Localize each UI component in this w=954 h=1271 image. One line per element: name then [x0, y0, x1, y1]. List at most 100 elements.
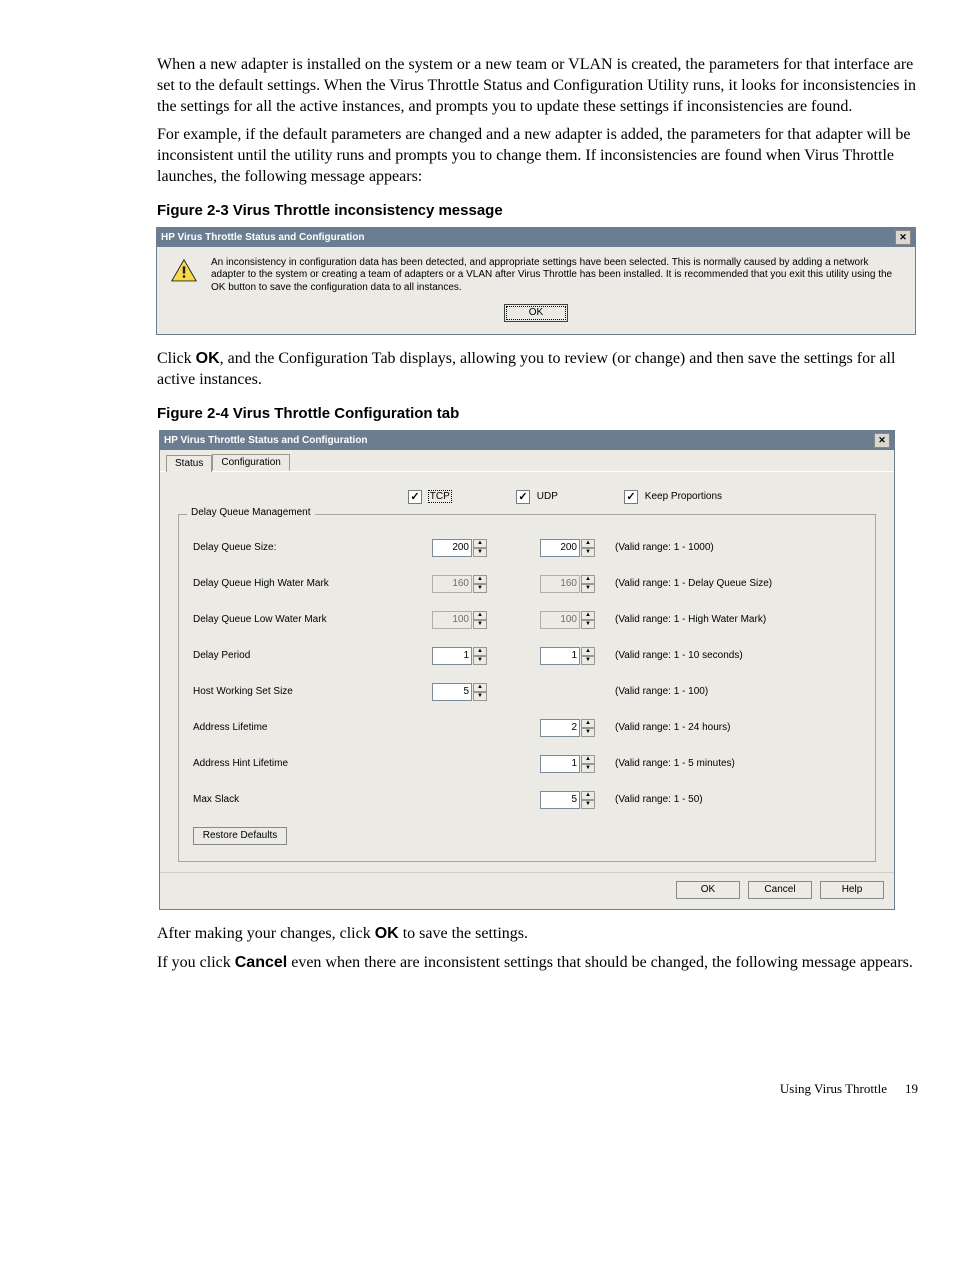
- spin-up-icon[interactable]: ▲: [581, 719, 595, 728]
- spin-up-icon[interactable]: ▲: [473, 683, 487, 692]
- paragraph-5: If you click Cancel even when there are …: [157, 953, 918, 974]
- hint: (Valid range: 1 - 1000): [615, 542, 714, 553]
- dialog-titlebar: HP Virus Throttle Status and Configurati…: [160, 431, 894, 450]
- spin-up-icon[interactable]: ▲: [473, 539, 487, 548]
- dqs-udp-input[interactable]: [540, 539, 580, 557]
- tab-status[interactable]: Status: [166, 455, 212, 472]
- tab-configuration[interactable]: Configuration: [212, 454, 289, 471]
- spin-up-icon: ▲: [473, 611, 487, 620]
- close-icon[interactable]: ✕: [874, 433, 890, 448]
- dqhw-tcp-input: [432, 575, 472, 593]
- spin-down-icon: ▼: [581, 584, 595, 593]
- spin-down-icon[interactable]: ▼: [473, 548, 487, 557]
- spin-up-icon: ▲: [581, 575, 595, 584]
- tcp-label: TCP: [429, 491, 451, 502]
- spin-up-icon: ▲: [581, 611, 595, 620]
- al-udp-input[interactable]: [540, 719, 580, 737]
- dp-udp-input[interactable]: [540, 647, 580, 665]
- groupbox-title: Delay Queue Management: [187, 507, 315, 518]
- config-dialog: HP Virus Throttle Status and Configurati…: [159, 430, 895, 910]
- label: Delay Queue Size:: [193, 542, 399, 553]
- page-footer: Using Virus Throttle 19: [0, 1021, 954, 1097]
- paragraph-2: For example, if the default parameters a…: [157, 125, 918, 187]
- row-host-working-set: Host Working Set Size ▲▼ (Valid range: 1…: [193, 683, 865, 701]
- text: to save the settings.: [399, 925, 528, 942]
- close-icon[interactable]: ✕: [895, 230, 911, 245]
- label: Address Hint Lifetime: [193, 758, 399, 769]
- spin-up-icon[interactable]: ▲: [581, 791, 595, 800]
- spin-down-icon: ▼: [473, 620, 487, 629]
- ok-button[interactable]: OK: [676, 881, 740, 899]
- hint: (Valid range: 1 - 10 seconds): [615, 650, 743, 661]
- row-low-water-mark: Delay Queue Low Water Mark ▲▼ ▲▼ (Valid …: [193, 611, 865, 629]
- spin-down-icon[interactable]: ▼: [581, 728, 595, 737]
- spin-down-icon[interactable]: ▼: [473, 692, 487, 701]
- cancel-ref: Cancel: [235, 954, 287, 971]
- figure-2-4-caption: Figure 2-4 Virus Throttle Configuration …: [157, 405, 918, 422]
- spin-down-icon[interactable]: ▼: [473, 656, 487, 665]
- paragraph-4: After making your changes, click OK to s…: [157, 924, 918, 945]
- spin-up-icon[interactable]: ▲: [473, 647, 487, 656]
- dqhw-udp-input: [540, 575, 580, 593]
- text: even when there are inconsistent setting…: [287, 954, 913, 971]
- keep-proportions-checkbox[interactable]: [624, 490, 638, 504]
- spin-down-icon[interactable]: ▼: [581, 548, 595, 557]
- spin-down-icon: ▼: [581, 620, 595, 629]
- ok-button[interactable]: OK: [504, 304, 568, 322]
- row-high-water-mark: Delay Queue High Water Mark ▲▼ ▲▼ (Valid…: [193, 575, 865, 593]
- spin-up-icon[interactable]: ▲: [581, 755, 595, 764]
- warning-icon: [171, 259, 197, 283]
- spin-down-icon[interactable]: ▼: [581, 800, 595, 809]
- udp-checkbox[interactable]: [516, 490, 530, 504]
- text: If you click: [157, 954, 235, 971]
- ms-udp-input[interactable]: [540, 791, 580, 809]
- footer-page-number: 19: [905, 1081, 918, 1097]
- row-restore: Restore Defaults: [193, 827, 865, 845]
- paragraph-1: When a new adapter is installed on the s…: [157, 55, 918, 117]
- dialog-title-text: HP Virus Throttle Status and Configurati…: [161, 232, 365, 243]
- hint: (Valid range: 1 - 50): [615, 794, 703, 805]
- hint: (Valid range: 1 - 24 hours): [615, 722, 730, 733]
- hint: (Valid range: 1 - 5 minutes): [615, 758, 735, 769]
- row-max-slack: Max Slack ▲▼ (Valid range: 1 - 50): [193, 791, 865, 809]
- spin-up-icon[interactable]: ▲: [581, 539, 595, 548]
- text: Click: [157, 350, 196, 367]
- cancel-button[interactable]: Cancel: [748, 881, 812, 899]
- restore-defaults-button[interactable]: Restore Defaults: [193, 827, 287, 845]
- ok-ref: OK: [375, 925, 399, 942]
- text: , and the Configuration Tab displays, al…: [157, 350, 895, 388]
- row-address-lifetime: Address Lifetime ▲▼ (Valid range: 1 - 24…: [193, 719, 865, 737]
- dialog-message: An inconsistency in configuration data h…: [211, 257, 905, 295]
- dialog-title-text: HP Virus Throttle Status and Configurati…: [164, 435, 368, 446]
- label: Delay Period: [193, 650, 399, 661]
- figure-2-3-caption: Figure 2-3 Virus Throttle inconsistency …: [157, 202, 918, 219]
- tcp-checkbox[interactable]: [408, 490, 422, 504]
- tab-strip: Status Configuration: [160, 450, 894, 472]
- spin-down-icon[interactable]: ▼: [581, 764, 595, 773]
- label: Delay Queue Low Water Mark: [193, 614, 399, 625]
- paragraph-3: Click OK, and the Configuration Tab disp…: [157, 349, 918, 391]
- dqlw-tcp-input: [432, 611, 472, 629]
- keep-proportions-label: Keep Proportions: [645, 491, 722, 502]
- hwss-tcp-input[interactable]: [432, 683, 472, 701]
- dp-tcp-input[interactable]: [432, 647, 472, 665]
- spin-down-icon[interactable]: ▼: [581, 656, 595, 665]
- inconsistency-dialog: HP Virus Throttle Status and Configurati…: [156, 227, 916, 336]
- spin-down-icon: ▼: [473, 584, 487, 593]
- spin-up-icon: ▲: [473, 575, 487, 584]
- label: Delay Queue High Water Mark: [193, 578, 399, 589]
- label: Host Working Set Size: [193, 686, 399, 697]
- help-button[interactable]: Help: [820, 881, 884, 899]
- delay-queue-groupbox: Delay Queue Management Delay Queue Size:…: [178, 514, 876, 862]
- udp-label: UDP: [537, 491, 558, 502]
- spin-up-icon[interactable]: ▲: [581, 647, 595, 656]
- ahl-udp-input[interactable]: [540, 755, 580, 773]
- dqs-tcp-input[interactable]: [432, 539, 472, 557]
- text: After making your changes, click: [157, 925, 375, 942]
- hint: (Valid range: 1 - Delay Queue Size): [615, 578, 772, 589]
- hint: (Valid range: 1 - High Water Mark): [615, 614, 766, 625]
- label: Max Slack: [193, 794, 399, 805]
- dqlw-udp-input: [540, 611, 580, 629]
- row-delay-queue-size: Delay Queue Size: ▲▼ ▲▼ (Valid range: 1 …: [193, 539, 865, 557]
- dialog-titlebar: HP Virus Throttle Status and Configurati…: [157, 228, 915, 247]
